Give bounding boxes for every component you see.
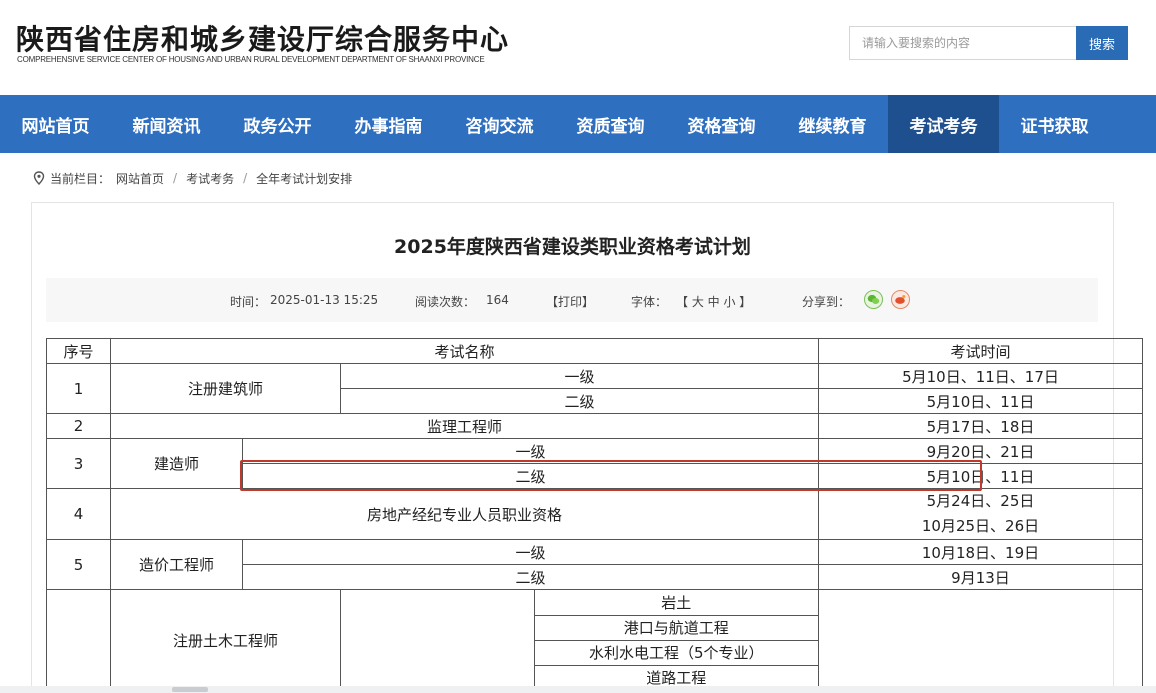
site-subtitle: COMPREHENSIVE SERVICE CENTER OF HOUSING …: [17, 55, 485, 64]
wechat-share-icon[interactable]: [864, 290, 883, 309]
exam-level: 二级: [242, 463, 819, 489]
breadcrumb-prefix: 当前栏目：: [50, 171, 111, 186]
exam-level: 一级: [242, 438, 819, 464]
specialty-subtable: 岩土 港口与航道工程 水利水电工程（5个专业） 道路工程: [341, 590, 818, 690]
header-exam-time: 考试时间: [818, 338, 1143, 364]
views-label: 阅读次数：: [415, 295, 476, 309]
publish-time-label: 时间：: [230, 295, 267, 309]
nav-item-government-affairs[interactable]: 政务公开: [222, 95, 333, 153]
exam-date: 9月20日、21日: [818, 438, 1143, 464]
table-row: 3 建造师 一级 9月20日、21日: [46, 438, 1143, 489]
nav-item-qualification-query[interactable]: 资质查询: [555, 95, 666, 153]
table-row: 注册土木工程师 岩土 港口与航道工程 水利水电工程（5个专业） 道路工程: [46, 589, 1143, 691]
main-nav: 网站首页 新闻资讯 政务公开 办事指南 咨询交流 资质查询 资格查询 继续教育 …: [0, 95, 1156, 153]
print-link[interactable]: 【打印】: [546, 293, 594, 310]
exam-date: 10月18日、19日: [818, 539, 1143, 565]
scrollbar-thumb[interactable]: [172, 687, 208, 692]
nav-item-home[interactable]: 网站首页: [0, 95, 111, 153]
breadcrumb: 当前栏目： 网站首页 / 考试考务 / 全年考试计划安排: [32, 170, 352, 186]
exam-name: 监理工程师: [110, 413, 819, 439]
nav-item-certificates[interactable]: 证书获取: [999, 95, 1110, 153]
exam-date: 5月10日、11日: [818, 388, 1143, 414]
exam-date: 5月10日、11日: [818, 463, 1143, 489]
exam-name: 造价工程师: [110, 539, 243, 590]
font-size-options[interactable]: 【 大 中 小 】: [676, 293, 751, 310]
breadcrumb-item-current[interactable]: 全年考试计划安排: [256, 170, 352, 187]
nav-item-news[interactable]: 新闻资讯: [111, 95, 222, 153]
row-number: 1: [46, 363, 111, 414]
font-size-label: 字体：: [631, 295, 668, 309]
site-title[interactable]: 陕西省住房和城乡建设厅综合服务中心: [16, 18, 509, 58]
exam-name: 注册土木工程师: [110, 589, 341, 691]
table-row: 5 造价工程师 一级 10月18日、19日: [46, 539, 1143, 590]
views-count: 164: [486, 293, 509, 307]
specialty: 岩土: [534, 590, 818, 616]
article-meta-bar: 时间： 2025-01-13 15:25 阅读次数： 164 【打印】 字体： …: [46, 278, 1098, 322]
row-number: 3: [46, 438, 111, 489]
nav-item-service-guide[interactable]: 办事指南: [333, 95, 444, 153]
exam-level-group: 岩土 港口与航道工程 水利水电工程（5个专业） 道路工程: [340, 589, 819, 691]
table-row: 1 注册建筑师 一级 5月10日、11日、17日: [46, 363, 1143, 414]
exam-date: [818, 589, 1143, 691]
exam-name: 注册建筑师: [110, 363, 341, 414]
site-header: 陕西省住房和城乡建设厅综合服务中心 COMPREHENSIVE SERVICE …: [0, 0, 1156, 95]
specialty: 水利水电工程（5个专业）: [534, 640, 818, 666]
breadcrumb-separator: /: [243, 171, 248, 185]
weibo-share-icon[interactable]: [891, 290, 910, 309]
exam-name: 建造师: [110, 438, 243, 489]
row-number: [46, 589, 111, 691]
nav-item-exams[interactable]: 考试考务: [888, 95, 999, 153]
row-number: 5: [46, 539, 111, 590]
specialty: 港口与航道工程: [534, 615, 818, 641]
row-number: 2: [46, 413, 111, 439]
exam-date: 5月17日、18日: [818, 413, 1143, 439]
breadcrumb-separator: /: [173, 171, 178, 185]
exam-level: 一级: [340, 363, 819, 389]
table-header-row: 序号 考试名称 考试时间: [46, 338, 1143, 364]
exam-level: 二级: [242, 564, 819, 590]
header-exam-name: 考试名称: [110, 338, 819, 364]
article-title: 2025年度陕西省建设类职业资格考试计划: [394, 236, 751, 258]
table-row: 4 房地产经纪专业人员职业资格 5月24日、25日 10月25日、26日: [46, 488, 1143, 540]
exam-date-line: 5月24日、25日: [926, 492, 1035, 510]
exam-date: 5月24日、25日 10月25日、26日: [818, 488, 1143, 540]
breadcrumb-item-exams[interactable]: 考试考务: [186, 170, 234, 187]
exam-level: 二级: [340, 388, 819, 414]
location-pin-icon: [32, 171, 46, 185]
exam-level: 一级: [242, 539, 819, 565]
nav-item-continuing-education[interactable]: 继续教育: [777, 95, 888, 153]
exam-name: 房地产经纪专业人员职业资格: [110, 488, 819, 540]
share-label: 分享到：: [802, 295, 851, 309]
exam-plan-table: 序号 考试名称 考试时间 1 注册建筑师 一级 5月10日、11日、17日 二级…: [46, 338, 1143, 691]
nav-item-credential-query[interactable]: 资格查询: [666, 95, 777, 153]
breadcrumb-item-home[interactable]: 网站首页: [116, 170, 164, 187]
horizontal-scrollbar[interactable]: [0, 686, 1156, 693]
row-number: 4: [46, 488, 111, 540]
search-input[interactable]: [850, 27, 1076, 59]
exam-date: 9月13日: [818, 564, 1143, 590]
nav-item-consultation[interactable]: 咨询交流: [444, 95, 555, 153]
table-row: 2 监理工程师 5月17日、18日: [46, 413, 1143, 439]
search-box: [849, 26, 1077, 60]
exam-date-line: 10月25日、26日: [921, 517, 1040, 535]
search-button[interactable]: 搜索: [1076, 26, 1128, 60]
publish-time: 2025-01-13 15:25: [270, 293, 379, 307]
header-no: 序号: [46, 338, 111, 364]
spacer-cell: [341, 590, 535, 690]
exam-date: 5月10日、11日、17日: [818, 363, 1143, 389]
